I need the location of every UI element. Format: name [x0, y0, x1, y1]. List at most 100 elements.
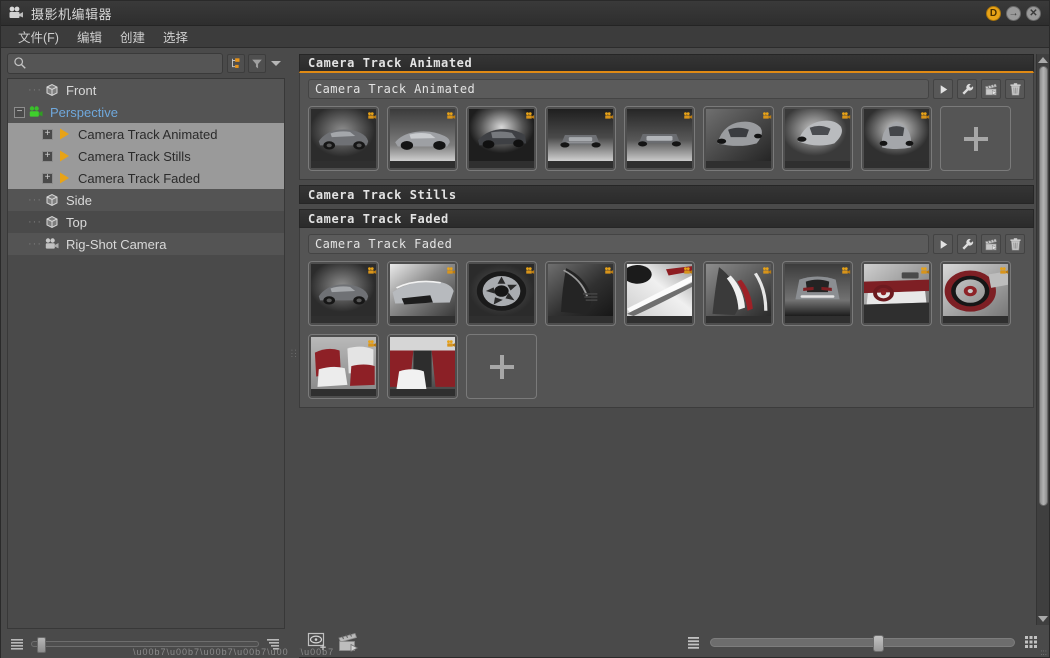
tree-row[interactable]: ··· Front	[8, 79, 284, 101]
expand-icon[interactable]: +	[42, 150, 53, 162]
plus-icon	[489, 354, 514, 379]
shot-camera-badge-icon	[525, 108, 535, 119]
search-row	[1, 48, 289, 78]
play-button[interactable]	[933, 234, 953, 254]
minimize-button[interactable]: →	[1006, 5, 1021, 21]
shot-thumbnail[interactable]	[387, 261, 458, 326]
zoom-slider[interactable]	[710, 634, 1015, 652]
chevron-down-icon[interactable]	[269, 54, 283, 73]
shot-label-strip	[627, 316, 692, 323]
tree-size-slider-thumb[interactable]	[36, 637, 46, 653]
shot-thumbnail[interactable]	[466, 261, 537, 326]
clapper-icon	[984, 82, 999, 97]
shot-thumbnail-grid	[308, 106, 1025, 171]
search-box[interactable]	[7, 53, 223, 74]
panel-splitter[interactable]: :::	[289, 48, 299, 658]
camera-editor-window: 摄影机编辑器 D → ✕ 文件(F) 编辑 创建 选择 ··· Front − …	[0, 0, 1050, 658]
doc-button[interactable]: D	[986, 5, 1001, 21]
shot-thumbnail[interactable]	[624, 106, 695, 171]
delete-button[interactable]	[1005, 234, 1025, 254]
add-shot-button[interactable]	[940, 106, 1011, 171]
camera-icon	[8, 5, 24, 21]
tree-row[interactable]: ··· Side	[8, 189, 284, 211]
grid-view-icon[interactable]	[1023, 634, 1039, 650]
track-section: Camera Track Stills	[299, 185, 1034, 204]
window-resize-grip[interactable]: :::	[1040, 649, 1047, 657]
shot-camera-badge-icon	[920, 108, 930, 119]
clapper-icon	[984, 237, 999, 252]
collapse-icon[interactable]: −	[14, 106, 25, 118]
track-name-field[interactable]: Camera Track Faded	[308, 234, 929, 254]
render-button[interactable]	[981, 234, 1001, 254]
tree-row[interactable]: + Camera Track Stills	[8, 145, 284, 167]
expand-icon[interactable]: +	[42, 172, 53, 184]
shot-thumbnail[interactable]	[387, 334, 458, 399]
settings-button[interactable]	[957, 234, 977, 254]
track-section-header[interactable]: Camera Track Animated	[299, 54, 1034, 73]
list-icon[interactable]	[9, 636, 25, 652]
clapper-play-icon[interactable]	[337, 630, 361, 654]
search-input[interactable]	[29, 56, 217, 71]
track-section-header[interactable]: Camera Track Faded	[299, 209, 1034, 228]
tree-row-label: Camera Track Stills	[78, 148, 191, 164]
tree-row[interactable]: + Camera Track Faded	[8, 167, 284, 189]
shot-thumbnail[interactable]	[387, 106, 458, 171]
shot-thumbnail[interactable]	[782, 261, 853, 326]
shot-thumbnail[interactable]	[861, 106, 932, 171]
settings-button[interactable]	[957, 79, 977, 99]
zoom-slider-thumb[interactable]	[872, 634, 884, 652]
delete-button[interactable]	[1005, 79, 1025, 99]
shot-label-strip	[627, 161, 692, 168]
scroll-down-icon[interactable]	[1038, 616, 1048, 622]
close-button[interactable]: ✕	[1026, 5, 1041, 21]
shot-thumbnail[interactable]	[940, 261, 1011, 326]
shot-thumbnail[interactable]	[308, 261, 379, 326]
vertical-scrollbar[interactable]	[1036, 54, 1049, 625]
add-shot-button[interactable]	[466, 334, 537, 399]
shot-thumbnail[interactable]	[545, 261, 616, 326]
shot-thumbnail[interactable]	[782, 106, 853, 171]
shot-label-strip	[864, 161, 929, 168]
tree-row[interactable]: + Camera Track Animated	[8, 123, 284, 145]
render-button[interactable]	[981, 79, 1001, 99]
shot-thumbnail[interactable]	[703, 261, 774, 326]
shot-camera-badge-icon	[604, 108, 614, 119]
tree-row-label: Camera Track Animated	[78, 126, 218, 142]
expand-icon[interactable]: +	[42, 128, 53, 140]
scroll-up-icon[interactable]	[1038, 57, 1048, 63]
menu-edit[interactable]: 编辑	[68, 25, 111, 48]
eye-add-icon[interactable]	[307, 631, 329, 653]
title-bar: 摄影机编辑器 D → ✕	[1, 1, 1049, 26]
tree-row[interactable]: − Perspective	[8, 101, 284, 123]
menu-create[interactable]: 创建	[111, 25, 154, 48]
shot-thumbnail[interactable]	[308, 334, 379, 399]
shot-label-strip	[548, 161, 613, 168]
scrollbar-thumb[interactable]	[1038, 66, 1048, 506]
shot-camera-badge-icon	[999, 263, 1009, 274]
shot-label-strip	[311, 316, 376, 323]
shot-thumbnail[interactable]	[545, 106, 616, 171]
shot-thumbnail[interactable]	[308, 106, 379, 171]
hierarchy-icon[interactable]	[227, 54, 245, 73]
track-name-field[interactable]: Camera Track Animated	[308, 79, 929, 99]
shot-thumbnail[interactable]	[624, 261, 695, 326]
search-tools	[227, 54, 285, 73]
shot-thumbnail[interactable]	[861, 261, 932, 326]
wrench-icon	[960, 82, 975, 97]
shot-thumbnail[interactable]	[703, 106, 774, 171]
track-section-title: Camera Track Stills	[308, 187, 457, 202]
scene-tree[interactable]: ··· Front − Perspective + Camera Track Animat…	[7, 78, 285, 629]
shot-thumbnail[interactable]	[466, 106, 537, 171]
menu-file[interactable]: 文件(F)	[9, 25, 68, 48]
track-section-body: Camera Track Animated	[299, 73, 1034, 180]
list-view-icon[interactable]	[686, 634, 702, 650]
funnel-icon[interactable]	[248, 54, 266, 73]
shot-camera-badge-icon	[762, 108, 772, 119]
shot-camera-badge-icon	[525, 263, 535, 274]
play-button[interactable]	[933, 79, 953, 99]
track-section-header[interactable]: Camera Track Stills	[299, 185, 1034, 204]
menu-select[interactable]: 选择	[154, 25, 197, 48]
tree-row[interactable]: ··· Rig-Shot Camera	[8, 233, 284, 255]
tree-row[interactable]: ··· Top	[8, 211, 284, 233]
track-section-title: Camera Track Faded	[308, 211, 449, 226]
